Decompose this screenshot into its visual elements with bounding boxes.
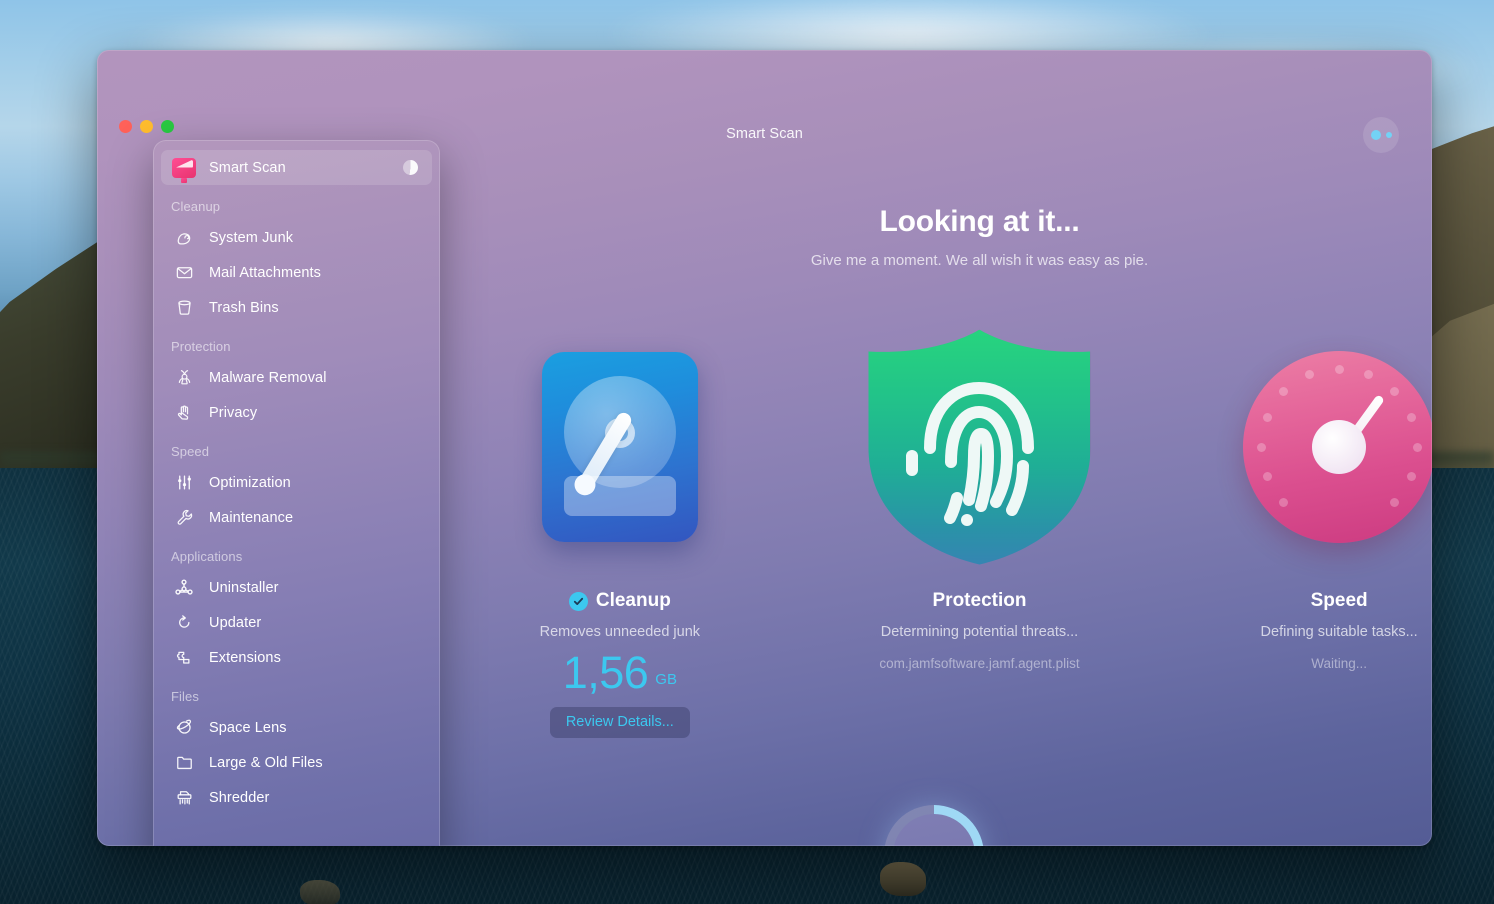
rock	[880, 862, 926, 896]
sidebar-group-protection: Protection	[153, 325, 440, 360]
sidebar-item-malware-removal[interactable]: Malware Removal	[161, 360, 432, 395]
molecule-icon	[171, 577, 197, 599]
review-details-button[interactable]: Review Details...	[550, 707, 690, 738]
sidebar-item-system-junk[interactable]: System Junk	[161, 220, 432, 255]
card-subtitle-speed: Defining suitable tasks...	[1261, 624, 1418, 640]
card-title-cleanup: Cleanup	[596, 590, 671, 612]
speedometer-tick	[1279, 498, 1288, 507]
sidebar-item-label: System Junk	[209, 230, 293, 246]
shredder-icon	[171, 787, 197, 809]
sidebar-item-updater[interactable]: Updater	[161, 605, 432, 640]
scan-cards: Cleanup Removes unneeded junk 1,56 GB Re…	[440, 332, 1432, 738]
sidebar-item-label: Maintenance	[209, 510, 293, 526]
sidebar-item-label: Mail Attachments	[209, 265, 321, 281]
folder-icon	[171, 752, 197, 774]
card-cleanup: Cleanup Removes unneeded junk 1,56 GB Re…	[465, 332, 775, 738]
speedometer-tick	[1279, 387, 1288, 396]
stop-button-label: Stop	[914, 845, 954, 847]
broom-icon	[171, 227, 197, 249]
hand-icon	[171, 402, 197, 424]
pie-progress-icon	[403, 160, 418, 175]
sidebar-item-maintenance[interactable]: Maintenance	[161, 500, 432, 535]
card-subtitle-cleanup: Removes unneeded junk	[540, 624, 700, 640]
shield-fingerprint-icon	[868, 332, 1090, 562]
sidebar-item-label: Space Lens	[209, 720, 287, 736]
speedometer-tick	[1305, 370, 1314, 379]
speedometer-tick	[1263, 413, 1272, 422]
sidebar-item-space-lens[interactable]: Space Lens	[161, 710, 432, 745]
sidebar-item-label: Optimization	[209, 475, 291, 491]
sliders-icon	[171, 472, 197, 494]
card-title-speed: Speed	[1311, 590, 1368, 612]
cleanup-size-unit: GB	[655, 671, 677, 695]
sidebar-item-label: Large & Old Files	[209, 755, 323, 771]
speedometer-tick	[1407, 413, 1416, 422]
wrench-icon	[171, 507, 197, 529]
main-content: Looking at it... Give me a moment. We al…	[440, 50, 1432, 846]
planet-icon	[171, 717, 197, 739]
sidebar-item-mail-attachments[interactable]: Mail Attachments	[161, 255, 432, 290]
card-subtitle-protection: Determining potential threats...	[881, 624, 1078, 640]
sidebar-item-extensions[interactable]: Extensions	[161, 640, 432, 675]
speedometer-tick	[1407, 472, 1416, 481]
speedometer-tick	[1390, 387, 1399, 396]
smart-scan-icon	[171, 157, 197, 179]
sidebar-item-large-and-old-files[interactable]: Large & Old Files	[161, 745, 432, 780]
sidebar-item-label: Privacy	[209, 405, 257, 421]
check-circle-icon	[569, 592, 588, 611]
sidebar-item-label: Trash Bins	[209, 300, 279, 316]
sidebar-item-optimization[interactable]: Optimization	[161, 465, 432, 500]
card-title-protection: Protection	[933, 590, 1027, 612]
card-protection: Protection Determining potential threats…	[824, 332, 1134, 671]
speedometer-icon	[1243, 332, 1432, 562]
speedometer-tick	[1335, 365, 1344, 374]
cleanup-size: 1,56 GB	[563, 650, 677, 695]
speedometer-tick	[1413, 443, 1422, 452]
page-subtitle: Give me a moment. We all wish it was eas…	[440, 252, 1432, 269]
speedometer-tick	[1390, 498, 1399, 507]
card-detail-protection: com.jamfsoftware.jamf.agent.plist	[879, 656, 1079, 671]
sidebar-item-label: Shredder	[209, 790, 269, 806]
sidebar-item-shredder[interactable]: Shredder	[161, 780, 432, 815]
card-speed: Speed Defining suitable tasks... Waiting…	[1184, 332, 1432, 671]
stop-button[interactable]: Stop	[884, 805, 984, 846]
puzzle-piece-icon	[171, 647, 197, 669]
desktop-background: Smart Scan Looking at it... Give me a mo…	[0, 0, 1494, 904]
scan-controls: Stop 1,56 GB	[440, 805, 1432, 846]
sidebar-group-applications: Applications	[153, 535, 440, 570]
sidebar-item-label: Uninstaller	[209, 580, 279, 596]
found-size-label: 1,56 GB	[1008, 845, 1074, 847]
biohazard-icon	[171, 367, 197, 389]
card-detail-speed: Waiting...	[1311, 656, 1367, 671]
sidebar-item-uninstaller[interactable]: Uninstaller	[161, 570, 432, 605]
sidebar: Smart Scan Cleanup System Junk Mail Atta…	[153, 140, 440, 846]
sidebar-group-files: Files	[153, 675, 440, 710]
speedometer-tick	[1364, 370, 1373, 379]
sidebar-item-privacy[interactable]: Privacy	[161, 395, 432, 430]
refresh-arrow-icon	[171, 612, 197, 634]
speedometer-tick	[1263, 472, 1272, 481]
sidebar-group-cleanup: Cleanup	[153, 185, 440, 220]
speedometer-tick	[1257, 443, 1266, 452]
sidebar-item-label: Malware Removal	[209, 370, 327, 386]
sidebar-item-label: Smart Scan	[209, 160, 286, 176]
cleanup-size-value: 1,56	[563, 650, 649, 695]
rock	[300, 880, 340, 904]
sidebar-group-speed: Speed	[153, 430, 440, 465]
envelope-icon	[171, 262, 197, 284]
page-title: Looking at it...	[440, 205, 1432, 239]
trash-bin-icon	[171, 297, 197, 319]
sidebar-item-label: Updater	[209, 615, 261, 631]
sidebar-item-label: Extensions	[209, 650, 281, 666]
app-window: Smart Scan Looking at it... Give me a mo…	[97, 50, 1432, 846]
sidebar-item-smart-scan[interactable]: Smart Scan	[161, 150, 432, 185]
sidebar-item-trash-bins[interactable]: Trash Bins	[161, 290, 432, 325]
hard-disk-icon	[542, 332, 698, 562]
